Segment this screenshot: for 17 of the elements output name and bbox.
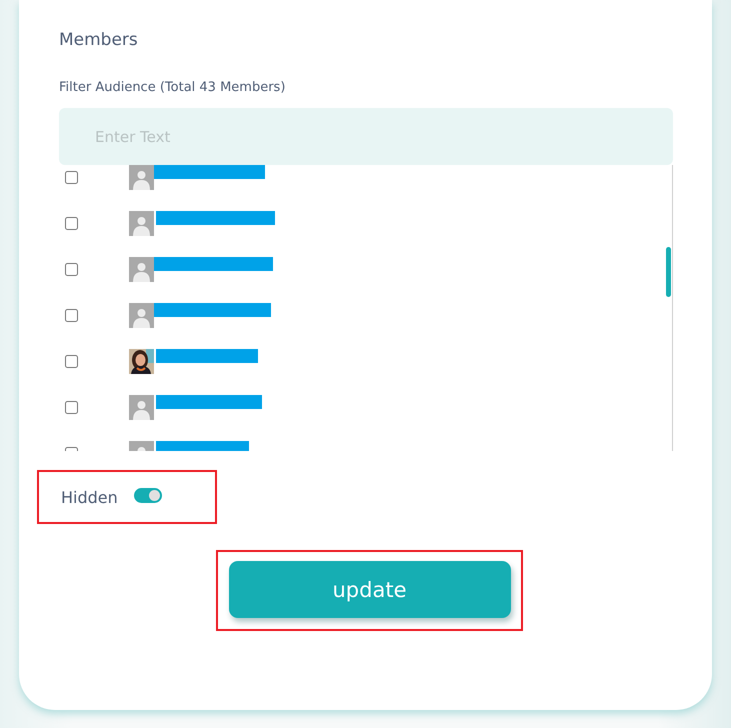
member-checkbox[interactable] [65,400,78,414]
member-checkbox[interactable] [65,354,78,368]
member-checkbox[interactable] [65,262,78,276]
hidden-toggle[interactable] [134,488,162,502]
member-checkbox[interactable] [65,170,78,184]
member-checkbox[interactable] [65,308,78,322]
scrollbar-thumb[interactable] [666,247,671,297]
section-title: Members [59,30,139,52]
filter-label: Filter Audience (Total 43 Members) [59,80,286,97]
member-checkbox[interactable] [65,216,78,230]
update-button[interactable]: update [228,561,510,618]
hidden-label: Hidden [61,488,118,506]
avatar-icon [129,165,154,190]
avatar-icon [129,210,154,236]
avatar-icon [129,256,154,282]
avatar-icon [129,394,154,420]
avatar-icon [129,302,154,328]
